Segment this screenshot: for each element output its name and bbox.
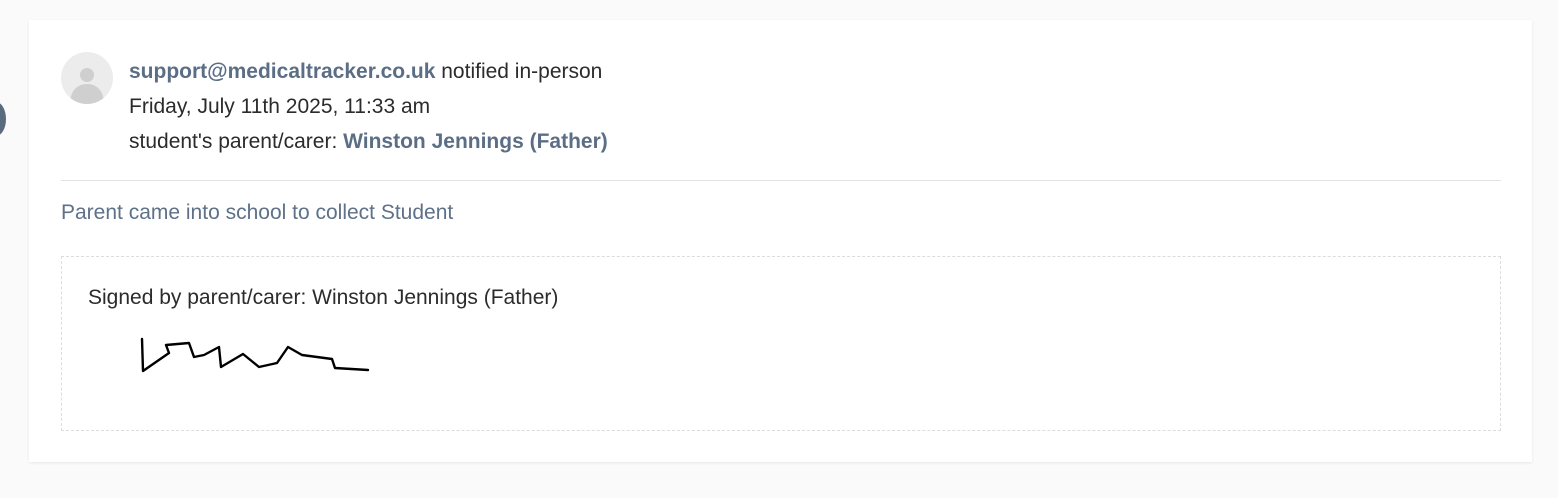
- notification-header: support@medicaltracker.co.uk notified in…: [129, 54, 608, 159]
- notification-summary-line: support@medicaltracker.co.uk notified in…: [129, 54, 608, 89]
- contact-line: student's parent/carer: Winston Jennings…: [129, 124, 608, 159]
- notification-action: notified in-person: [435, 60, 603, 83]
- divider: [61, 180, 1501, 181]
- notification-timestamp: Friday, July 11th 2025, 11:33 am: [129, 95, 431, 118]
- notification-note: Parent came into school to collect Stude…: [61, 201, 454, 224]
- timeline-marker: [0, 102, 6, 136]
- signature-box: Signed by parent/carer: Winston Jennings…: [61, 256, 1501, 431]
- contact-prefix: student's parent/carer:: [129, 130, 344, 153]
- user-placeholder-icon: [70, 68, 104, 104]
- notification-log-card: support@medicaltracker.co.uk notified in…: [29, 20, 1532, 462]
- avatar: [61, 52, 113, 104]
- author-email: support@medicaltracker.co.uk: [129, 60, 436, 83]
- signature-image: [140, 337, 370, 373]
- signed-by-label: Signed by parent/carer: Winston Jennings…: [88, 286, 559, 309]
- contact-name: Winston Jennings (Father): [343, 130, 608, 153]
